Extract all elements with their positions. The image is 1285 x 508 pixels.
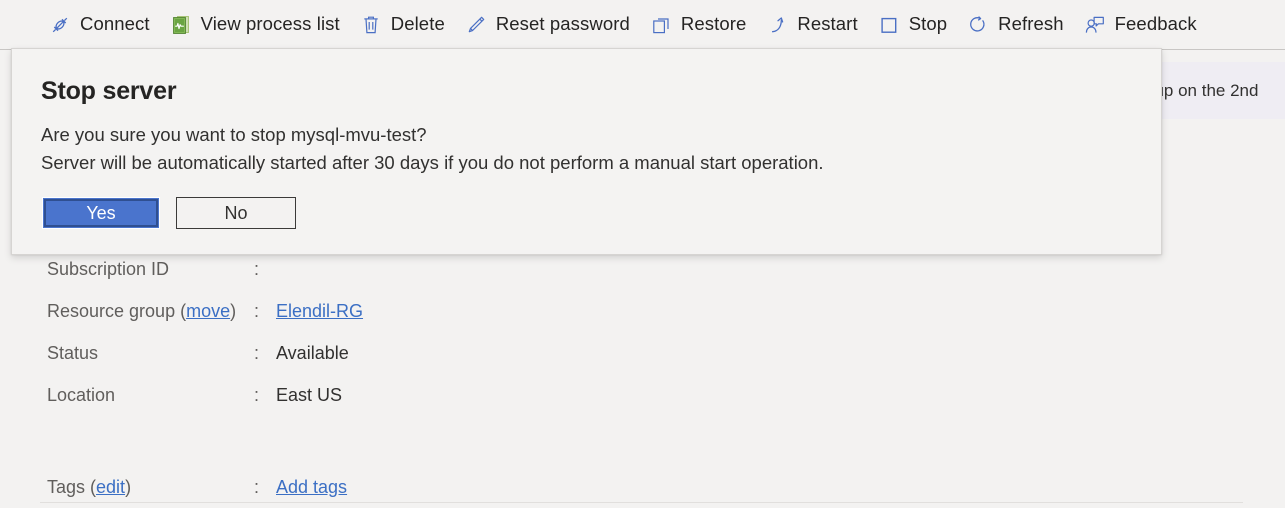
feedback-person-icon (1084, 14, 1106, 36)
property-colon: : (254, 477, 260, 497)
property-label-tags: Tags (edit) (47, 478, 254, 496)
paren-open: ( (175, 301, 187, 321)
yes-button[interactable]: Yes (42, 197, 160, 229)
property-row-status: Status : Available (47, 344, 349, 362)
command-reset-password[interactable]: Reset password (456, 5, 639, 45)
dialog-actions: Yes No (42, 197, 296, 229)
property-value-resource-group-link[interactable]: Elendil-RG (276, 302, 363, 320)
command-connect[interactable]: Connect (40, 5, 159, 45)
command-refresh-label: Refresh (998, 13, 1064, 35)
property-label-resource-group: Resource group (move) (47, 302, 254, 320)
paren-open: ( (85, 477, 97, 497)
command-delete[interactable]: Delete (351, 5, 454, 45)
command-refresh[interactable]: Refresh (958, 5, 1072, 45)
property-colon: : (254, 259, 260, 279)
edit-tags-link[interactable]: edit (96, 477, 125, 497)
command-feedback-label: Feedback (1114, 13, 1197, 35)
property-row-tags: Tags (edit) : Add tags (47, 478, 347, 496)
property-label-status: Status (47, 343, 99, 363)
property-label-tags-text: Tags (47, 477, 86, 497)
dialog-title: Stop server (41, 77, 177, 105)
property-value-location: East US (276, 385, 343, 405)
stop-square-icon (878, 14, 900, 36)
stop-server-dialog: Stop server Are you sure you want to sto… (11, 48, 1162, 255)
process-list-icon (170, 14, 192, 36)
command-view-process-list-label: View process list (200, 13, 340, 35)
property-row-subscription-id: Subscription ID : (47, 260, 276, 278)
property-colon: : (254, 301, 260, 321)
refresh-circle-icon (967, 14, 989, 36)
property-colon: : (254, 343, 260, 363)
restore-copy-icon (650, 14, 672, 36)
move-resource-group-link[interactable]: move (186, 301, 230, 321)
paren-close: ) (230, 301, 237, 321)
command-reset-password-label: Reset password (495, 13, 630, 35)
property-row-location: Location : East US (47, 386, 342, 404)
property-label-location: Location (47, 385, 116, 405)
restart-arrow-icon (766, 14, 788, 36)
command-stop-label: Stop (908, 13, 948, 35)
command-delete-label: Delete (390, 13, 445, 35)
property-value-status: Available (276, 343, 349, 363)
command-feedback[interactable]: Feedback (1075, 5, 1206, 45)
section-divider (40, 502, 1243, 503)
command-restore-label: Restore (680, 13, 747, 35)
property-row-resource-group: Resource group (move) : Elendil-RG (47, 302, 363, 320)
property-label-subscription-id: Subscription ID (47, 259, 170, 279)
dialog-message: Are you sure you want to stop mysql-mvu-… (41, 121, 824, 177)
no-button[interactable]: No (176, 197, 296, 229)
command-stop[interactable]: Stop (869, 5, 956, 45)
command-connect-label: Connect (80, 13, 150, 35)
command-restart-label: Restart (797, 13, 858, 35)
command-restart[interactable]: Restart (757, 5, 866, 45)
dialog-message-line-1: Are you sure you want to stop mysql-mvu-… (41, 124, 427, 145)
dialog-message-line-2: Server will be automatically started aft… (41, 152, 824, 173)
connect-plug-icon (49, 14, 71, 36)
command-restore[interactable]: Restore (641, 5, 755, 45)
property-colon: : (254, 385, 260, 405)
command-view-process-list[interactable]: View process list (161, 5, 349, 45)
paren-close: ) (125, 477, 132, 497)
pencil-icon (465, 14, 487, 36)
add-tags-link[interactable]: Add tags (276, 478, 347, 496)
trash-icon (360, 14, 382, 36)
command-bar: Connect View process list Delete Reset p… (0, 0, 1285, 50)
property-label-resource-group-text: Resource group (47, 301, 176, 321)
